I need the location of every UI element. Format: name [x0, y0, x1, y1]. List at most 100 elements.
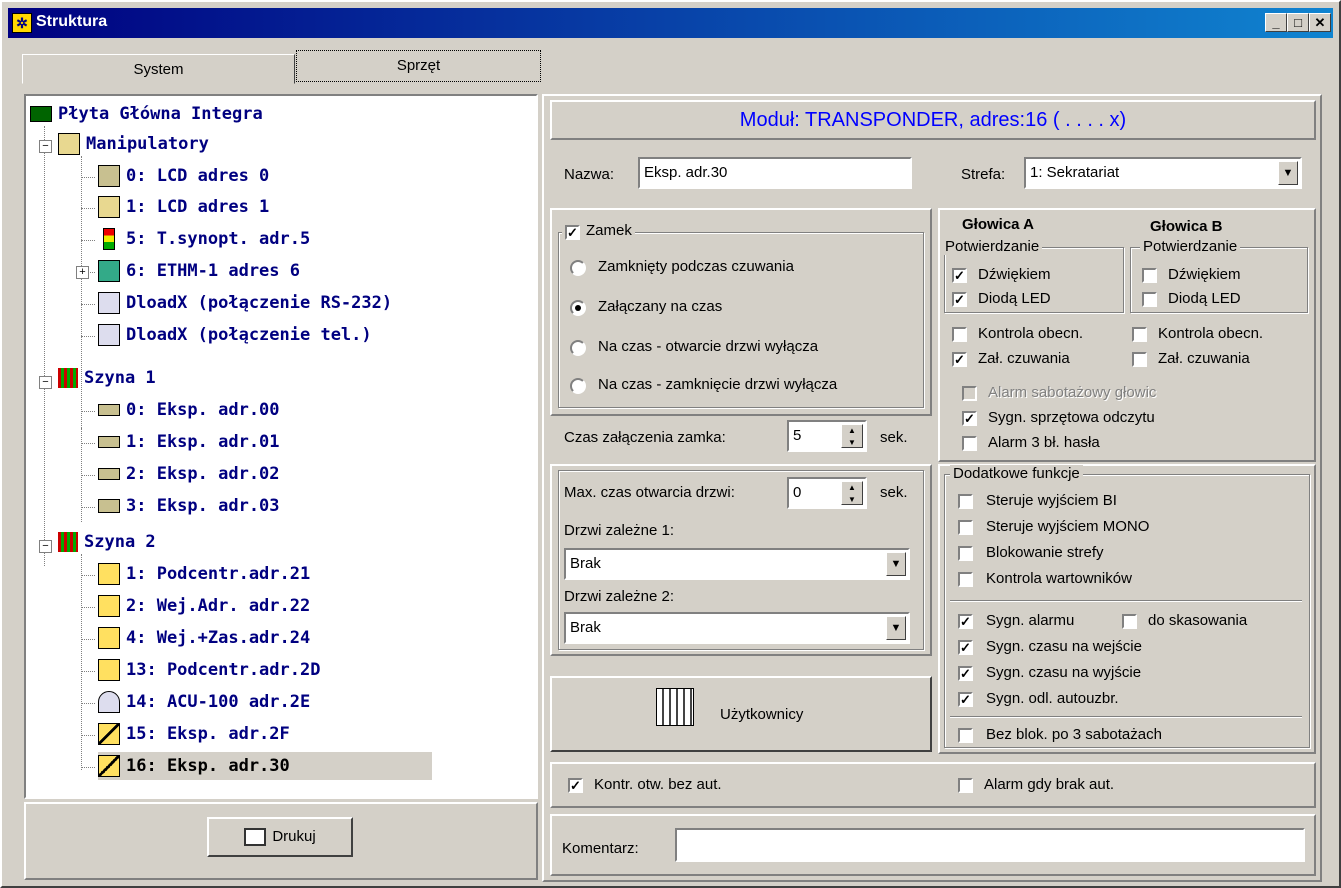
tree-item-subpanel2d[interactable]: 13: Podcentr.adr.2D — [98, 656, 320, 684]
chevron-down-icon[interactable]: ▼ — [886, 552, 906, 576]
alarm3-checkbox[interactable] — [962, 436, 977, 451]
tab-system[interactable]: System — [22, 54, 295, 84]
expander-icon — [98, 404, 120, 416]
tree-item-lcd0[interactable]: 0: LCD adres 0 — [98, 162, 269, 190]
mono-checkbox[interactable] — [958, 520, 973, 535]
tree-item-exp01[interactable]: 1: Eksp. adr.01 — [98, 428, 280, 456]
dep1-select[interactable]: Brak ▼ — [564, 548, 910, 580]
chevron-down-icon[interactable]: ▼ — [1278, 161, 1298, 185]
comment-label: Komentarz: — [562, 840, 639, 857]
tree-item-label: 15: Eksp. adr.2F — [126, 724, 290, 744]
hardware-tree[interactable]: Płyta Główna Integra − Manipulatory 0: L… — [24, 94, 538, 799]
dep2-select[interactable]: Brak ▼ — [564, 612, 910, 644]
zone-select[interactable]: 1: Sekratariat ▼ — [1024, 157, 1302, 189]
collapse-icon[interactable]: − — [39, 376, 52, 389]
tree-item-label: 5: T.synopt. adr.5 — [126, 229, 311, 249]
tree-item-label: 14: ACU-100 adr.2E — [126, 692, 311, 712]
no-block-checkbox[interactable] — [958, 728, 973, 743]
tree-item-input24[interactable]: 4: Wej.+Zas.adr.24 — [98, 624, 310, 652]
tree-item-bus1[interactable]: Szyna 1 — [58, 364, 156, 392]
exit-signal-label: Sygn. czasu na wyjście — [986, 664, 1142, 681]
tree-item-mainboard[interactable]: Płyta Główna Integra — [30, 100, 263, 128]
ctrl-open-checkbox[interactable]: ✓ — [568, 778, 583, 793]
print-button[interactable]: Drukuj — [207, 817, 353, 857]
max-open-field[interactable]: 0 ▲ ▼ — [787, 477, 867, 509]
hw-signal-label: Sygn. sprzętowa odczytu — [988, 409, 1155, 426]
tree-item-keypads[interactable]: Manipulatory — [58, 130, 209, 158]
head-a-arm-checkbox[interactable]: ✓ — [952, 352, 967, 367]
lock-radio-1[interactable] — [570, 300, 586, 316]
tree-item-bus2[interactable]: Szyna 2 — [58, 528, 156, 556]
minimize-button[interactable]: _ — [1265, 13, 1287, 32]
head-b-confirm-legend: Potwierdzanie — [1140, 238, 1241, 255]
tree-item-label: 2: Wej.Adr. adr.22 — [126, 596, 311, 616]
to-clear-checkbox[interactable] — [1122, 614, 1137, 629]
users-button-label: Użytkownicy — [720, 706, 804, 723]
alarm-no-auth-checkbox[interactable] — [958, 778, 973, 793]
spinner-icon[interactable]: ▲ ▼ — [841, 481, 863, 505]
spinner-icon[interactable]: ▲ ▼ — [841, 424, 863, 448]
block-zone-checkbox[interactable] — [958, 546, 973, 561]
tree-item-label: 1: Podcentr.adr.21 — [126, 564, 311, 584]
tab-hardware[interactable]: Sprzęt — [296, 50, 541, 82]
tree-item-dloadx-rs232[interactable]: DloadX (połączenie RS-232) — [98, 289, 392, 317]
tree-item-input22[interactable]: 2: Wej.Adr. adr.22 — [98, 592, 310, 620]
tree-item-synoptic[interactable]: 5: T.synopt. adr.5 — [98, 225, 310, 253]
autoarm-signal-checkbox[interactable]: ✓ — [958, 692, 973, 707]
head-b-title: Głowica B — [1150, 218, 1223, 235]
guards-checkbox[interactable] — [958, 572, 973, 587]
head-a-title: Głowica A — [962, 216, 1034, 233]
head-a-confirm-legend: Potwierdzanie — [942, 238, 1043, 255]
maximize-button[interactable]: □ — [1287, 13, 1309, 32]
tree-item-dloadx-tel[interactable]: DloadX (połączenie tel.) — [98, 321, 372, 349]
tree-item-ethm[interactable]: 6: ETHM-1 adres 6 — [98, 257, 300, 285]
tree-item-lcd1[interactable]: 1: LCD adres 1 — [98, 193, 269, 221]
collapse-icon[interactable]: − — [39, 540, 52, 553]
tree-item-exp2f[interactable]: 15: Eksp. adr.2F — [98, 720, 290, 748]
alarm-signal-checkbox[interactable]: ✓ — [958, 614, 973, 629]
title-bar: ✲ Struktura _ □ ✕ — [8, 8, 1333, 38]
users-button[interactable]: Użytkownicy — [550, 676, 932, 752]
lock-radio-3[interactable] — [570, 378, 586, 394]
head-a-sound-label: Dźwiękiem — [978, 266, 1051, 283]
bus-icon — [58, 532, 78, 552]
lock-radio-2[interactable] — [570, 340, 586, 356]
lock-label: Zamek — [586, 222, 632, 239]
keypad-icon — [98, 165, 120, 187]
head-b-led-checkbox[interactable] — [1142, 292, 1157, 307]
max-open-value: 0 — [793, 484, 802, 501]
tree-item-exp02[interactable]: 2: Eksp. adr.02 — [98, 460, 280, 488]
head-a-led-label: Diodą LED — [978, 290, 1051, 307]
tree-item-label: 0: LCD adres 0 — [126, 166, 270, 186]
exit-signal-checkbox[interactable]: ✓ — [958, 666, 973, 681]
name-field[interactable]: Eksp. adr.30 — [638, 157, 912, 189]
alarm-signal-label: Sygn. alarmu — [986, 612, 1075, 629]
bi-checkbox[interactable] — [958, 494, 973, 509]
lock-radio-0[interactable] — [570, 260, 586, 276]
tree-item-exp00[interactable]: 0: Eksp. adr.00 — [98, 396, 280, 424]
head-a-led-checkbox[interactable]: ✓ — [952, 292, 967, 307]
tree-item-subpanel21[interactable]: 1: Podcentr.adr.21 — [98, 560, 310, 588]
lock-checkbox[interactable]: ✓ — [565, 225, 580, 240]
tree-item-exp30[interactable]: 16: Eksp. adr.30 — [98, 752, 432, 780]
head-b-sound-checkbox[interactable] — [1142, 268, 1157, 283]
head-b-presence-checkbox[interactable] — [1132, 327, 1147, 342]
comment-field[interactable] — [675, 828, 1305, 862]
tamper-checkbox[interactable] — [962, 386, 977, 401]
head-b-arm-checkbox[interactable] — [1132, 352, 1147, 367]
close-button[interactable]: ✕ — [1309, 13, 1331, 32]
chevron-down-icon[interactable]: ▼ — [886, 616, 906, 640]
head-a-sound-checkbox[interactable]: ✓ — [952, 268, 967, 283]
name-label: Nazwa: — [564, 166, 615, 183]
tree-item-exp03[interactable]: 3: Eksp. adr.03 — [98, 492, 280, 520]
input-module-icon — [98, 627, 120, 649]
structure-window: ✲ Struktura _ □ ✕ System Sprzęt Płyta Gł… — [0, 0, 1341, 888]
collapse-icon[interactable]: − — [39, 140, 52, 153]
head-a-presence-checkbox[interactable] — [952, 327, 967, 342]
traffic-light-icon — [103, 228, 115, 250]
lock-time-field[interactable]: 5 ▲ ▼ — [787, 420, 867, 452]
hw-signal-checkbox[interactable]: ✓ — [962, 411, 977, 426]
module-header: Moduł: TRANSPONDER, adres:16 ( . . . . x… — [550, 100, 1316, 140]
tree-item-acu100[interactable]: 14: ACU-100 adr.2E — [98, 688, 310, 716]
entry-signal-checkbox[interactable]: ✓ — [958, 640, 973, 655]
